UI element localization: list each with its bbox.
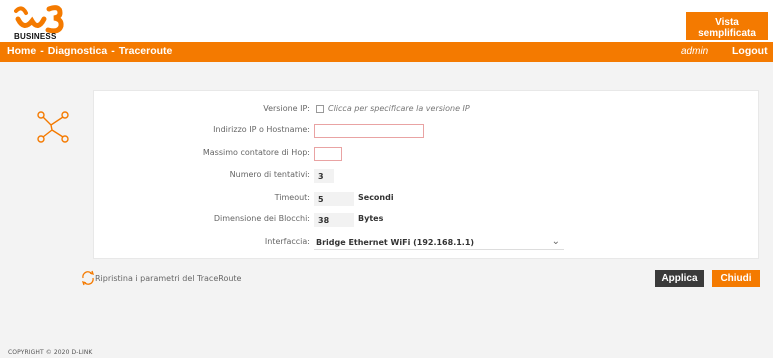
- block-size-unit: Bytes: [358, 214, 384, 223]
- interface-row: Interfaccia: Bridge Ethernet WiFi (192.1…: [94, 234, 760, 252]
- block-size-label: Dimensione dei Blocchi:: [213, 214, 310, 223]
- max-hops-label: Massimo contatore di Hop:: [202, 148, 310, 157]
- host-input[interactable]: [314, 124, 424, 138]
- block-size-row: Dimensione dei Blocchi: 38 Bytes: [94, 211, 760, 229]
- timeout-unit: Secondi: [358, 193, 394, 202]
- max-hops-input[interactable]: [314, 147, 342, 161]
- reset-label[interactable]: Ripristina i parametri del TraceRoute: [95, 274, 241, 283]
- tries-label: Numero di tentativi:: [229, 170, 310, 179]
- max-hops-row: Massimo contatore di Hop:: [94, 145, 760, 163]
- block-size-input[interactable]: 38: [314, 213, 354, 227]
- interface-select[interactable]: Bridge Ethernet WiFi (192.168.1.1) ⌄: [314, 234, 564, 250]
- tries-input[interactable]: 3: [314, 169, 334, 183]
- ip-version-label: Versione IP:: [263, 104, 310, 113]
- timeout-label: Timeout:: [274, 193, 310, 202]
- traceroute-network-icon: [37, 111, 69, 143]
- breadcrumb-separator: -: [40, 45, 44, 57]
- breadcrumb-separator: -: [111, 45, 115, 57]
- ip-version-row: Versione IP: Clicca per specificare la v…: [94, 101, 760, 119]
- copyright-footer: COPYRIGHT © 2020 D-LINK: [8, 349, 93, 356]
- breadcrumb-traceroute: Traceroute: [118, 45, 173, 57]
- logo-label: BUSINESS: [14, 32, 57, 41]
- nav-bar: Home - Diagnostica - Traceroute admin Logout: [0, 42, 773, 62]
- top-bar: BUSINESS Vista semplificata: [0, 0, 773, 42]
- refresh-icon: [81, 270, 95, 286]
- breadcrumb: Home - Diagnostica - Traceroute: [7, 45, 172, 57]
- simplified-view-button[interactable]: Vista semplificata: [686, 12, 768, 40]
- close-button[interactable]: Chiudi: [712, 270, 760, 287]
- current-user: admin: [681, 46, 709, 57]
- traceroute-form-panel: Versione IP: Clicca per specificare la v…: [93, 90, 759, 259]
- interface-label: Interfaccia:: [264, 237, 310, 246]
- interface-selected-value: Bridge Ethernet WiFi (192.168.1.1): [316, 238, 475, 247]
- timeout-input[interactable]: 5: [314, 192, 354, 206]
- timeout-row: Timeout: 5 Secondi: [94, 190, 760, 208]
- chevron-down-icon: ⌄: [551, 236, 560, 247]
- ip-version-checkbox-label[interactable]: Clicca per specificare la versione IP: [328, 104, 470, 113]
- logout-link[interactable]: Logout: [732, 45, 768, 57]
- ip-version-checkbox[interactable]: [316, 105, 324, 113]
- breadcrumb-home[interactable]: Home: [7, 45, 36, 57]
- tries-row: Numero di tentativi: 3: [94, 167, 760, 185]
- host-label: Indirizzo IP o Hostname:: [213, 125, 310, 134]
- apply-button[interactable]: Applica: [655, 270, 704, 287]
- breadcrumb-diagnostica[interactable]: Diagnostica: [48, 45, 108, 57]
- host-row: Indirizzo IP o Hostname:: [94, 122, 760, 140]
